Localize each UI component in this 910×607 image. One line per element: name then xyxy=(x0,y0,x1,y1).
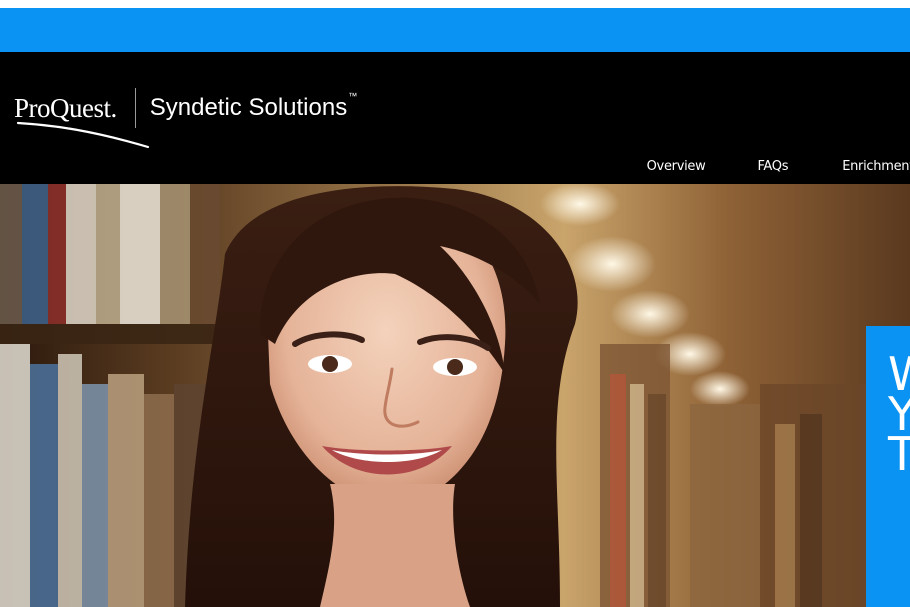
promo-line-3: T xyxy=(888,427,910,481)
product-name: Syndetic Solutions™ xyxy=(149,92,357,121)
nav-faqs[interactable]: FAQs xyxy=(757,159,788,174)
page: ProQuest. Syndetic Solutions™ Overview F… xyxy=(0,0,910,607)
trademark-symbol: ™ xyxy=(348,91,358,101)
site-logo[interactable]: ProQuest. Syndetic Solutions™ xyxy=(14,88,357,148)
logo-swoosh-icon xyxy=(16,121,150,148)
hero-image xyxy=(0,184,910,607)
nav-enrichment[interactable]: Enrichment xyxy=(842,159,910,174)
hero-promo-box: W Y T xyxy=(866,326,910,607)
product-name-text: Syndetic Solutions xyxy=(149,94,348,121)
hero-banner xyxy=(0,184,910,607)
site-header: ProQuest. Syndetic Solutions™ Overview F… xyxy=(0,52,910,184)
top-strip xyxy=(0,0,910,8)
top-blue-bar xyxy=(0,8,910,52)
nav-overview[interactable]: Overview xyxy=(647,159,706,174)
brand-text: ProQuest. xyxy=(14,92,117,123)
proquest-logo: ProQuest. xyxy=(14,92,150,148)
main-nav: Overview FAQs Enrichment xyxy=(647,156,910,176)
